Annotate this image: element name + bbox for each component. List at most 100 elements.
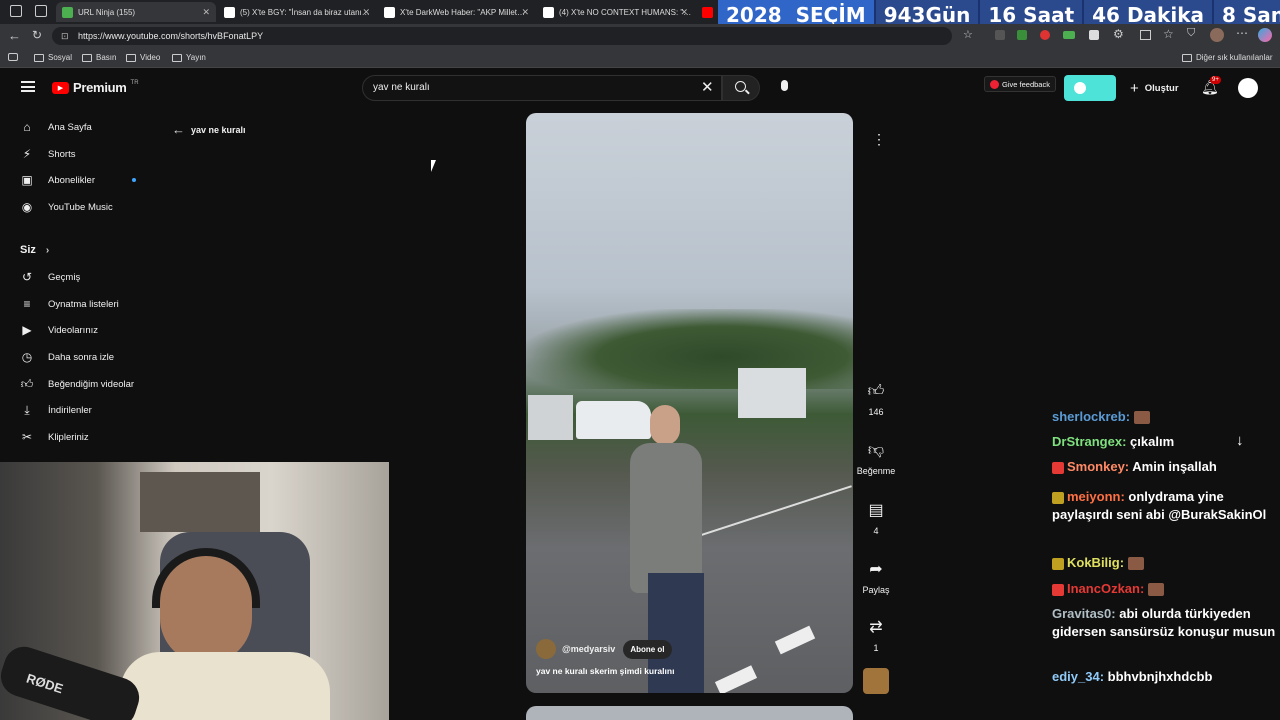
chat-username: sherlockreb: [1052, 409, 1131, 424]
sidebar-item[interactable]: ▶ Videolarınız [20, 320, 98, 340]
sidebar-item[interactable]: ⚡︎ Shorts [20, 144, 76, 164]
favorite-star-icon[interactable]: ☆ [963, 28, 973, 41]
tab-actions-icon[interactable] [35, 5, 47, 17]
more-menu-icon[interactable]: ⋯ [1236, 26, 1248, 40]
comment-count: 4 [873, 526, 879, 536]
remix-button[interactable]: ⇄ 1 [858, 617, 894, 653]
folder-icon [82, 53, 92, 62]
sidebar-item[interactable]: ↺ Geçmiş [20, 267, 80, 287]
bookmark-label: Yayın [186, 53, 206, 62]
chat-message: DrStrangex: çıkalım [1052, 433, 1276, 451]
back-to-search[interactable]: ← yav ne kuralı [172, 122, 246, 137]
extension-toggle-button[interactable] [1064, 75, 1116, 101]
shorts-icon: ⚡︎ [22, 147, 32, 161]
clear-search-icon[interactable]: ✕ [701, 78, 714, 96]
sidebar-item-label: Ana Sayfa [48, 121, 92, 133]
browser-tab[interactable] [696, 2, 718, 22]
share-label: Paylaş [862, 585, 890, 595]
workspaces-icon[interactable] [10, 5, 22, 17]
chat-emote-icon [1133, 411, 1150, 425]
settings-icon[interactable]: ⚙ [1113, 27, 1124, 41]
region-code: TR [130, 80, 139, 86]
url-field[interactable]: ⊡ https://www.youtube.com/shorts/hvBFona… [52, 27, 952, 45]
clock-icon: ◷ [21, 350, 33, 364]
dislike-button[interactable]: 👎︎ Beğenme [852, 441, 900, 476]
extension-icon[interactable] [1040, 30, 1050, 40]
sidebar-item[interactable]: ≡ Oynatma listeleri [20, 294, 119, 314]
sidebar-item[interactable]: ◉ YouTube Music [20, 197, 113, 217]
give-feedback-label: Give feedback [1002, 79, 1050, 89]
sidebar-item[interactable]: ◷ Daha sonra izle [20, 347, 114, 367]
subscribe-button[interactable]: Abone ol [623, 639, 672, 659]
remix-count: 1 [873, 643, 879, 653]
video-icon: ▶ [22, 323, 32, 337]
sidebar-item-label: Daha sonra izle [48, 351, 115, 363]
channel-avatar[interactable] [536, 639, 556, 659]
more-options-icon[interactable]: ⋮ [872, 131, 886, 148]
chat-message: InancOzkan: [1052, 580, 1276, 598]
sidebar-item-label: Geçmiş [48, 271, 81, 283]
short-video-player[interactable]: @medyarsiv Abone ol yav ne kuralı skerim… [526, 113, 853, 693]
reload-icon[interactable]: ↻ [32, 28, 42, 42]
extension-icon[interactable] [1089, 30, 1099, 40]
search-button[interactable] [722, 75, 760, 101]
profile-avatar[interactable] [1210, 28, 1224, 42]
white-van [576, 401, 651, 439]
youtube-logo[interactable]: ▶ Premium TR [52, 80, 139, 95]
short-caption: yav ne kuralı skerim şimdi kuralını [536, 666, 675, 676]
create-button[interactable]: + Oluştur [1130, 80, 1179, 97]
reading-list-icon[interactable] [8, 53, 18, 61]
browser-tab[interactable]: URL Ninja (155) ✕ [56, 2, 216, 22]
you-section-header[interactable]: Siz › [20, 244, 49, 256]
sidebar-item[interactable]: ⤓ İndirilenler [20, 400, 92, 420]
account-avatar[interactable] [1238, 78, 1258, 98]
share-button[interactable]: ➦ Paylaş [858, 559, 894, 595]
bookmark-folder[interactable]: Yayın [172, 53, 206, 62]
other-bookmarks-folder[interactable]: Diğer sık kullanılanlar [1182, 53, 1272, 62]
tab-favicon-icon [62, 6, 73, 18]
extension-icon[interactable] [995, 30, 1005, 40]
folder-icon [126, 53, 136, 62]
sidebar-item[interactable]: 👍︎ Beğendiğim videolar [20, 374, 134, 394]
close-tab-icon[interactable]: ✕ [680, 7, 688, 18]
back-icon[interactable]: ← [8, 28, 21, 43]
browser-tab[interactable]: X'te DarkWeb Haber: "AKP Millet… ✕ [378, 2, 535, 22]
voice-search-icon[interactable] [781, 80, 788, 91]
comments-button[interactable]: ▤ 4 [858, 500, 894, 536]
tab-label: (4) X'te NO CONTEXT HUMANS: "… [559, 7, 692, 17]
close-tab-icon[interactable]: ✕ [521, 7, 529, 18]
new-content-dot [132, 178, 136, 182]
like-button[interactable]: 👍︎ 146 [858, 382, 894, 417]
split-screen-icon[interactable] [1140, 30, 1151, 40]
search-input[interactable]: yav ne kuralı [362, 75, 722, 101]
bookmark-folder[interactable]: Sosyal [34, 53, 72, 62]
chat-emote-icon [1127, 557, 1144, 571]
give-feedback-button[interactable]: Give feedback [984, 76, 1056, 92]
close-tab-icon[interactable]: ✕ [362, 7, 370, 18]
extension-icon[interactable] [1017, 30, 1027, 40]
bookmark-label: Diğer sık kullanılanlar [1196, 53, 1273, 62]
browser-tab[interactable]: (5) X'te BGY: "İnsan da biraz utanı… ✕ [218, 2, 376, 22]
extension-icon[interactable] [1063, 31, 1075, 39]
notifications-button[interactable]: 🔔︎ 9+ [1201, 76, 1221, 97]
remix-icon: ⇄ [869, 619, 883, 636]
sidebar-item-label: Oynatma listeleri [48, 298, 119, 310]
chat-text: bbhvbnjhxhdcbb [1107, 669, 1213, 684]
close-tab-icon[interactable]: ✕ [202, 7, 210, 18]
copilot-icon[interactable] [1258, 28, 1272, 42]
browser-tab[interactable]: (4) X'te NO CONTEXT HUMANS: "… ✕ [537, 2, 694, 22]
sidebar-item[interactable]: ⌂ Ana Sayfa [20, 117, 92, 137]
bookmark-folder[interactable]: Basın [82, 53, 116, 62]
site-info-icon[interactable]: ⊡ [61, 27, 69, 45]
shield-icon[interactable]: ⛉ [1187, 27, 1195, 40]
channel-name[interactable]: @medyarsiv [562, 644, 615, 654]
sidebar-item-label: YouTube Music [48, 201, 113, 213]
sidebar-item[interactable]: ▣ Abonelikler [20, 170, 136, 190]
next-short-preview[interactable] [526, 706, 853, 720]
sidebar-item-label: İndirilenler [48, 404, 92, 416]
sound-avatar[interactable] [863, 668, 889, 694]
favorites-icon[interactable]: ☆ [1163, 27, 1174, 41]
bookmark-folder[interactable]: Video [126, 53, 160, 62]
folder-icon [172, 53, 182, 62]
sidebar-item[interactable]: ✂ Klipleriniz [20, 427, 89, 447]
